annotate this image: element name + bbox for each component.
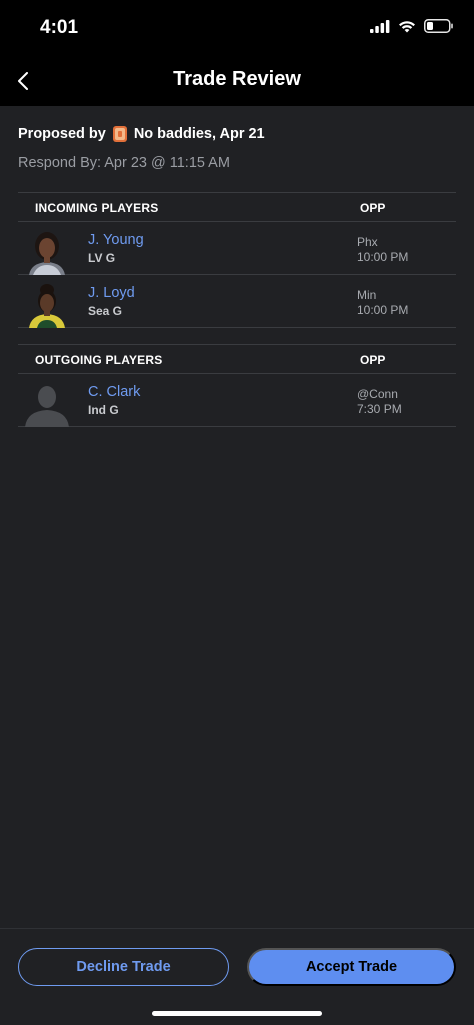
- player-opponent: Min 10:00 PM: [357, 288, 408, 318]
- incoming-player-row[interactable]: J. Loyd Sea G Min 10:00 PM: [18, 275, 456, 328]
- outgoing-player-row[interactable]: C. Clark Ind G @Conn 7:30 PM: [18, 374, 456, 427]
- cellular-signal-icon: [370, 19, 390, 33]
- opponent-team: @Conn: [357, 387, 398, 401]
- proposing-team-name[interactable]: No baddies, Apr 21: [134, 126, 265, 142]
- game-time: 10:00 PM: [357, 303, 409, 317]
- player-opponent: @Conn 7:30 PM: [357, 387, 402, 417]
- battery-icon: [424, 19, 453, 33]
- status-icons: [370, 19, 454, 33]
- incoming-players-header: INCOMING PLAYERS OPP: [18, 192, 456, 222]
- home-indicator[interactable]: [152, 1011, 322, 1016]
- proposed-by-row: Proposed by No baddies, Apr 21: [18, 125, 265, 143]
- player-team-position: Sea G: [88, 304, 123, 318]
- page-title: Trade Review: [173, 68, 301, 90]
- game-time: 7:30 PM: [357, 402, 402, 416]
- player-headshot: [23, 282, 71, 328]
- player-name[interactable]: C. Clark: [88, 384, 140, 400]
- player-name[interactable]: J. Young: [88, 232, 144, 248]
- opponent-team: Phx: [357, 235, 378, 249]
- outgoing-header-label: OUTGOING PLAYERS: [35, 353, 163, 367]
- wifi-icon: [399, 20, 415, 32]
- accept-trade-button[interactable]: Accept Trade: [247, 948, 456, 986]
- nav-bar: Trade Review: [0, 56, 474, 106]
- incoming-player-row[interactable]: J. Young LV G Phx 10:00 PM: [18, 222, 456, 275]
- opponent-team: Min: [357, 288, 377, 302]
- action-footer: Decline Trade Accept Trade: [0, 928, 474, 1025]
- respond-by-text: Respond By: Apr 23 @ 11:15 AM: [18, 155, 230, 171]
- outgoing-opp-header: OPP: [360, 353, 386, 367]
- player-name[interactable]: J. Loyd: [88, 285, 135, 301]
- player-opponent: Phx 10:00 PM: [357, 235, 408, 265]
- team-logo-icon[interactable]: [112, 125, 128, 143]
- decline-trade-button[interactable]: Decline Trade: [18, 948, 229, 986]
- player-team-position: LV G: [88, 251, 116, 265]
- game-time: 10:00 PM: [357, 250, 409, 264]
- status-time: 4:01: [40, 17, 79, 38]
- status-bar: 4:01: [0, 0, 474, 56]
- player-placeholder-avatar: [23, 381, 71, 427]
- incoming-header-label: INCOMING PLAYERS: [35, 201, 159, 215]
- proposed-by-label: Proposed by: [18, 126, 106, 142]
- player-headshot: [23, 229, 71, 275]
- player-team-position: Ind G: [88, 403, 119, 417]
- incoming-opp-header: OPP: [360, 201, 386, 215]
- trade-review-content: Proposed by No baddies, Apr 21 Respond B…: [0, 106, 474, 928]
- outgoing-players-header: OUTGOING PLAYERS OPP: [18, 344, 456, 374]
